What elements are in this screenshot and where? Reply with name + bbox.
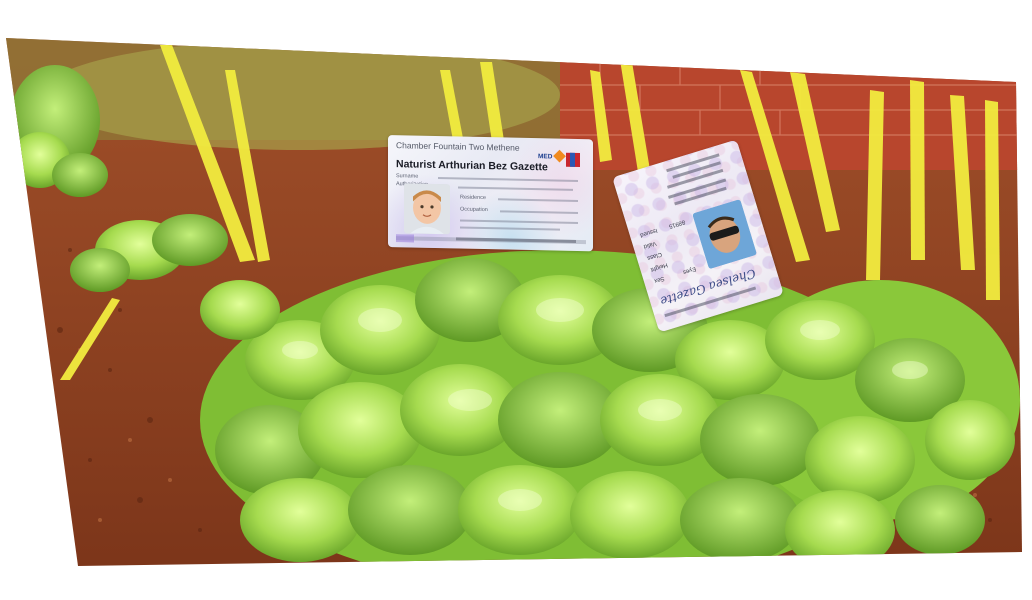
garden-photo [0, 0, 1032, 600]
logo-star-icon [553, 149, 566, 163]
issuer-logo: MED [538, 149, 584, 170]
logo-text: MED [538, 153, 553, 161]
field-label-residence: Residence [460, 194, 486, 202]
garden-scene [6, 38, 1022, 566]
id-card-front: Chamber Fountain Two Methene Naturist Ar… [388, 135, 593, 252]
holder-photo [404, 183, 450, 235]
logo-flag-icon [566, 152, 580, 168]
image-canvas: Chamber Fountain Two Methene Naturist Ar… [0, 0, 1032, 600]
field-label-surname: Surname [396, 173, 419, 180]
field-label-occupation: Occupation [460, 206, 488, 214]
child-portrait [404, 183, 450, 235]
